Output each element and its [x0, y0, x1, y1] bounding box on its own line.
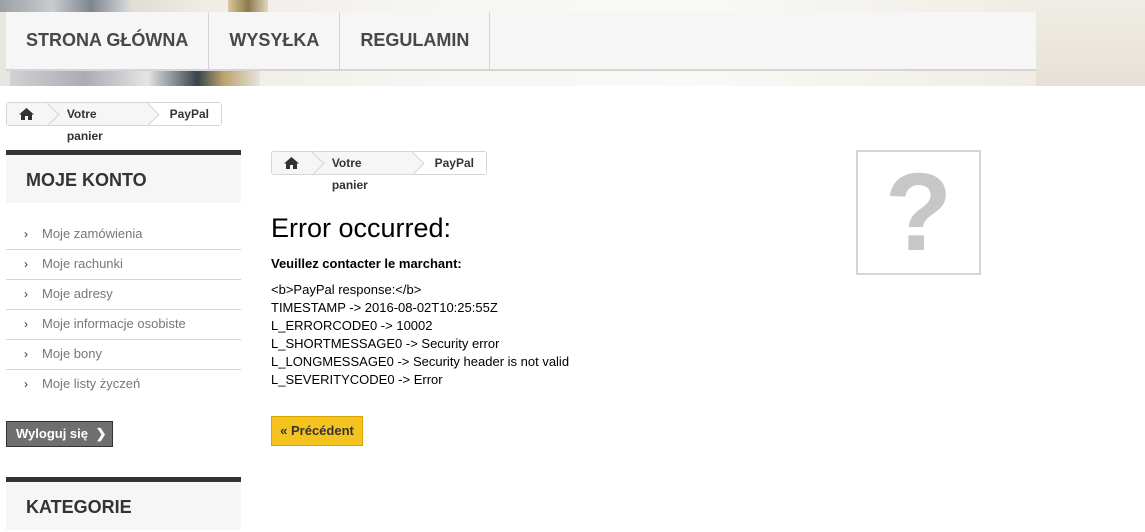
categories-block-title[interactable]: KATEGORIE	[6, 477, 241, 530]
account-menu: › Moje zamówienia › Moje rachunki › Moje ad…	[6, 220, 241, 400]
breadcrumb-label: Votre panier	[331, 156, 368, 192]
account-link-label: Moje informacje osobiste	[42, 316, 186, 331]
banner-decoration	[0, 0, 130, 12]
account-link-personal-info[interactable]: › Moje informacje osobiste	[6, 310, 241, 340]
account-link-label: Moje adresy	[42, 286, 113, 301]
chevron-right-icon: ›	[24, 347, 28, 361]
breadcrumb-item-cart[interactable]: Votre panier	[46, 102, 160, 143]
account-link-label: Moje listy życzeń	[42, 376, 141, 391]
chevron-right-icon: ›	[24, 287, 28, 301]
account-link-orders[interactable]: › Moje zamówienia	[6, 220, 241, 250]
error-details: <b>PayPal response:</b> TIMESTAMP -> 201…	[271, 281, 569, 389]
header-banner: STRONA GŁÓWNA WYSYŁKA REGULAMIN	[0, 0, 1145, 86]
error-line: L_LONGMESSAGE0 -> Security header is not…	[271, 354, 570, 369]
chevron-right-icon: ›	[24, 227, 28, 241]
error-line: L_SEVERITYCODE0 -> Error	[271, 372, 443, 387]
nav-item-shipping[interactable]: WYSYŁKA	[209, 12, 341, 69]
breadcrumb-home[interactable]	[272, 151, 325, 176]
account-link-wishlists[interactable]: › Moje listy życzeń	[6, 370, 241, 400]
account-link-addresses[interactable]: › Moje adresy	[6, 280, 241, 310]
account-link-vouchers[interactable]: › Moje bony	[6, 340, 241, 370]
chevron-right-icon: ❯	[95, 426, 107, 441]
error-title: Error occurred:	[271, 213, 452, 243]
account-link-label: Moje rachunki	[42, 256, 123, 271]
chevron-right-icon: ›	[24, 317, 28, 331]
previous-button[interactable]: « Précédent	[271, 416, 363, 446]
error-line: <b>PayPal response:</b>	[271, 282, 422, 297]
error-subtitle: Veuillez contacter le marchant:	[271, 256, 462, 271]
logout-button[interactable]: Wyloguj się ❯	[6, 421, 113, 447]
chevron-right-icon: ›	[24, 257, 28, 271]
nav-item-terms[interactable]: REGULAMIN	[340, 12, 491, 69]
breadcrumb: Votre panier PayPal	[6, 102, 222, 143]
breadcrumb-item-cart[interactable]: Votre panier	[311, 151, 425, 192]
logout-label: Wyloguj się	[16, 426, 88, 441]
banner-decoration	[1036, 0, 1145, 86]
account-link-label: Moje zamówienia	[42, 226, 143, 241]
account-link-label: Moje bony	[42, 346, 102, 361]
breadcrumb-label: Votre panier	[66, 107, 103, 143]
home-icon	[19, 108, 35, 120]
error-line: L_SHORTMESSAGE0 -> Security error	[271, 336, 500, 351]
home-icon	[284, 157, 300, 169]
top-navigation: STRONA GŁÓWNA WYSYŁKA REGULAMIN	[6, 12, 1036, 71]
question-mark-icon: ?	[856, 150, 981, 275]
chevron-right-icon: ›	[24, 377, 28, 391]
nav-item-home[interactable]: STRONA GŁÓWNA	[6, 12, 210, 69]
account-block-title[interactable]: MOJE KONTO	[6, 150, 241, 203]
breadcrumb-home[interactable]	[7, 102, 60, 127]
banner-decoration	[228, 0, 268, 12]
error-line: L_ERRORCODE0 -> 10002	[271, 318, 433, 333]
main-breadcrumb: Votre panier PayPal	[271, 151, 487, 192]
account-link-invoices[interactable]: › Moje rachunki	[6, 250, 241, 280]
error-line: TIMESTAMP -> 2016-08-02T10:25:55Z	[271, 300, 498, 315]
